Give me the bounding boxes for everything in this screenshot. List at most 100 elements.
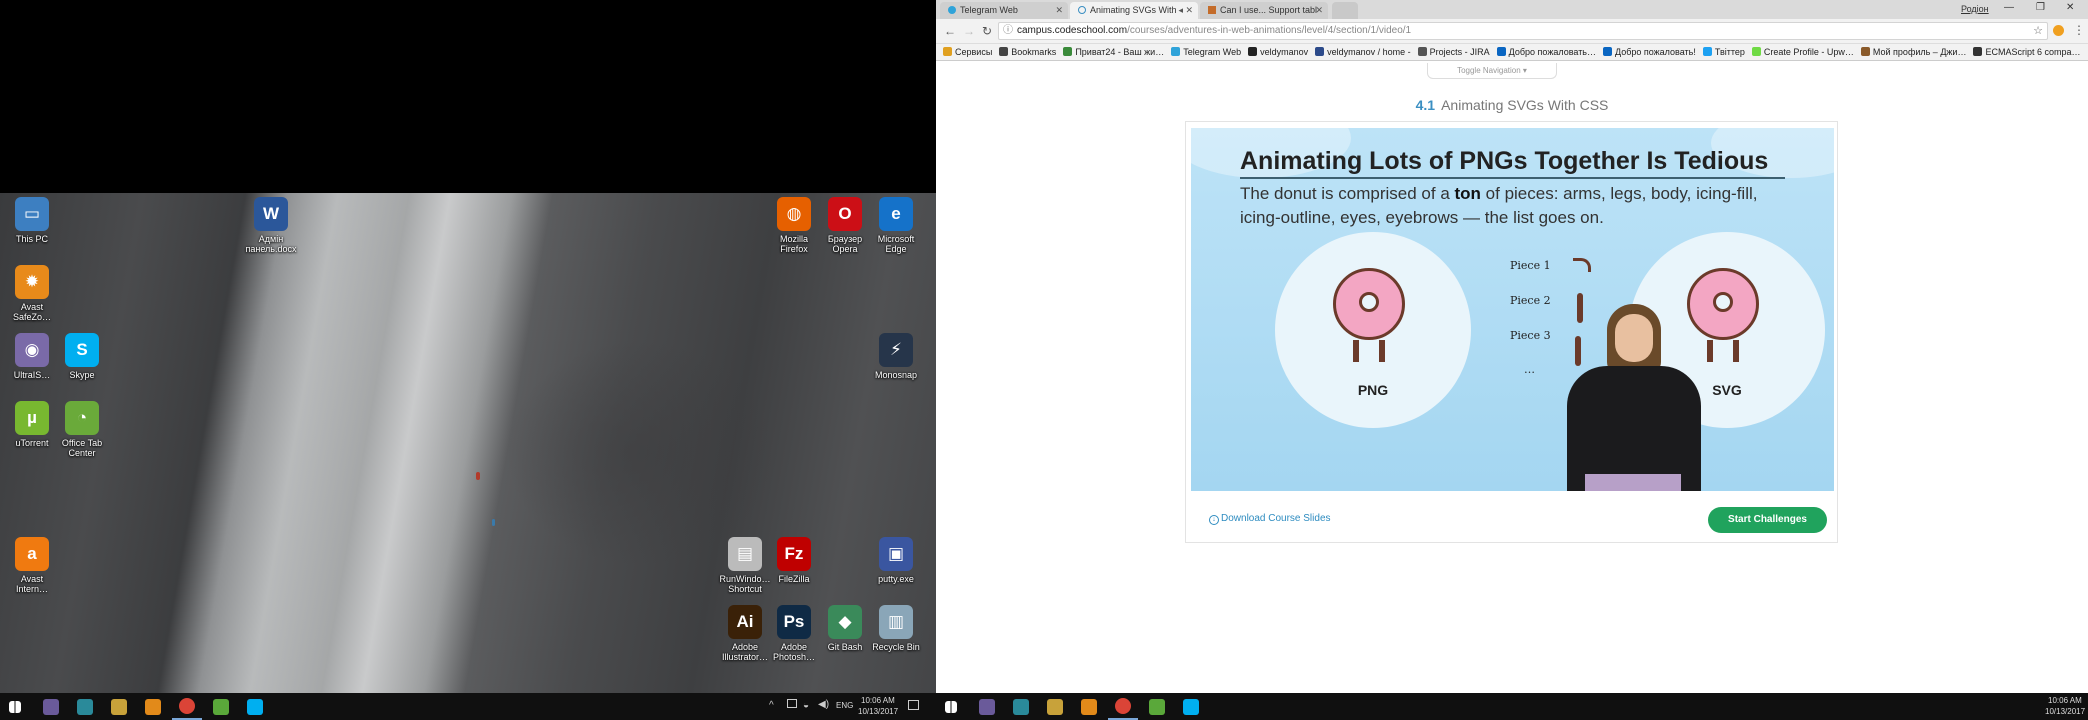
app-icon: [1183, 698, 1199, 715]
video-player[interactable]: Animating Lots of PNGs Together Is Tedio…: [1191, 128, 1834, 491]
start-button[interactable]: [936, 693, 966, 720]
taskbar-app-icon[interactable]: [1074, 693, 1104, 720]
menu-icon[interactable]: ⋮: [2073, 23, 2085, 37]
desktop-icon-opera[interactable]: O Браузер Opera: [819, 197, 871, 254]
minimize-button[interactable]: —: [2004, 2, 2014, 13]
desktop-icon-mozilla-firefox[interactable]: ◍ Mozilla Firefox: [768, 197, 820, 254]
taskbar-app-icon[interactable]: [138, 693, 168, 720]
start-button[interactable]: [0, 693, 30, 720]
desktop-icon-skype[interactable]: S Skype: [56, 333, 108, 380]
start-challenges-button[interactable]: Start Challenges: [1708, 507, 1827, 533]
desktop-icon-git-bash[interactable]: ◆ Git Bash: [819, 605, 871, 652]
lesson-title: Animating SVGs With CSS: [1441, 97, 1609, 113]
bookmark-item[interactable]: ECMAScript 6 compa…: [1973, 47, 2081, 57]
bookmark-item[interactable]: veldymanov: [1248, 47, 1308, 57]
bookmark-star-icon[interactable]: ☆: [2033, 23, 2043, 39]
desktop-icon-utorrent[interactable]: µ uTorrent: [6, 401, 58, 448]
close-window-button[interactable]: ✕: [2066, 2, 2074, 13]
skype-icon: S: [65, 333, 99, 367]
codeschool-icon: [1078, 6, 1086, 14]
desktop-icon-this-pc[interactable]: ▭ This PC: [6, 197, 58, 244]
extension-icon[interactable]: [2053, 25, 2064, 36]
bookmark-item[interactable]: veldymanov / home -: [1315, 47, 1411, 57]
tray-chevron-icon[interactable]: ^: [769, 700, 774, 711]
desktop-icon-adobe-photoshop[interactable]: Ps Adobe Photosh…: [768, 605, 820, 662]
desktop-icon-microsoft-edge[interactable]: e Microsoft Edge: [870, 197, 922, 254]
desktop-icon-recycle-bin[interactable]: ▥ Recycle Bin: [870, 605, 922, 652]
desktop-icon-adobe-illustrator[interactable]: Ai Adobe Illustrator…: [719, 605, 771, 662]
taskbar-app-icon[interactable]: [172, 693, 202, 720]
desktop-icon-label: UltraIS…: [13, 370, 51, 380]
taskbar-app-icon[interactable]: [1040, 693, 1070, 720]
tray-volume-icon[interactable]: ◀): [818, 699, 829, 710]
desktop-icon-runwindow-shortcut[interactable]: ▤ RunWindo… Shortcut: [719, 537, 771, 594]
bookmark-item[interactable]: Сервисы: [943, 47, 992, 57]
restore-button[interactable]: ❐: [2036, 2, 2045, 13]
tray-battery-icon[interactable]: ◒: [803, 700, 809, 711]
notification-icon[interactable]: [908, 700, 919, 710]
desktop-icon-monosnap[interactable]: ⚡ Monosnap: [870, 333, 922, 380]
desktop-icon-avast-safezone[interactable]: ✹ Avast SafeZo…: [6, 265, 58, 322]
close-icon[interactable]: ✕: [1055, 5, 1063, 16]
desktop-icon-avast-internet[interactable]: a Avast Intern…: [6, 537, 58, 594]
taskbar-app-icon[interactable]: [70, 693, 100, 720]
desktop-icon-putty[interactable]: ▣ putty.exe: [870, 537, 922, 584]
new-tab-button[interactable]: [1332, 2, 1358, 19]
tray-network-icon[interactable]: [787, 699, 797, 708]
tab-animating-svgs[interactable]: Animating SVGs With ◂ ✕: [1070, 2, 1198, 19]
lesson-header: 4.1 Animating SVGs With CSS: [936, 97, 2088, 113]
back-icon[interactable]: ←: [944, 24, 956, 38]
toggle-navigation[interactable]: Toggle Navigation ▾: [1427, 63, 1557, 79]
bookmark-item[interactable]: Projects - JIRA: [1417, 47, 1490, 57]
bookmark-icon: [1973, 47, 1983, 56]
clock-time[interactable]: 10:06 AM: [2048, 696, 2082, 705]
bookmark-item[interactable]: Твіттер: [1702, 47, 1745, 57]
opera-icon: O: [828, 197, 862, 231]
taskbar-app-icon[interactable]: [104, 693, 134, 720]
piece-label: Piece 3: [1510, 329, 1551, 342]
bookmark-label: Bookmarks: [1011, 47, 1057, 57]
bookmark-item[interactable]: Telegram Web: [1171, 47, 1241, 57]
windows-icon: [9, 700, 21, 713]
bookmark-item[interactable]: Мой профиль – Джи…: [1860, 47, 1966, 57]
app-icon: [179, 697, 195, 714]
reload-icon[interactable]: ↻: [982, 24, 992, 38]
bookmark-item[interactable]: Create Profile - Upw…: [1751, 47, 1854, 57]
taskbar-app-icon[interactable]: [1176, 693, 1206, 720]
download-slides-link[interactable]: ↓ Download Course Slides: [1209, 513, 1331, 525]
taskbar-app-icon[interactable]: [1006, 693, 1036, 720]
adobe-photoshop-icon: Ps: [777, 605, 811, 639]
bookmark-item[interactable]: Добро пожаловать!: [1603, 47, 1696, 57]
desktop-icon-ultraiso[interactable]: ◉ UltraIS…: [6, 333, 58, 380]
desktop-icon-label: Mozilla Firefox: [779, 234, 808, 254]
filezilla-icon: Fz: [777, 537, 811, 571]
clock-date[interactable]: 10/13/2017: [858, 707, 898, 716]
taskbar-app-icon[interactable]: [240, 693, 270, 720]
close-icon[interactable]: ◂ ✕: [1178, 5, 1193, 16]
tab-telegram[interactable]: Telegram Web ✕: [940, 2, 1068, 19]
taskbar-app-icon[interactable]: [206, 693, 236, 720]
desktop-icon-office-tab-center[interactable]: ◔ Office Tab Center: [56, 401, 108, 458]
desktop-icon-word-doc[interactable]: W Адмін панель.docx: [245, 197, 297, 254]
taskbar-app-icon[interactable]: [972, 693, 1002, 720]
address-bar[interactable]: ⓘ campus.codeschool.com/courses/adventure…: [998, 22, 2048, 40]
bookmark-item[interactable]: Приват24 - Ваш жи…: [1063, 47, 1164, 57]
taskbar-app-icon[interactable]: [1142, 693, 1172, 720]
info-icon[interactable]: ⓘ: [1003, 23, 1013, 39]
forward-icon[interactable]: →: [963, 24, 975, 38]
tab-caniuse[interactable]: Can I use... Support tabl ✕: [1200, 2, 1328, 19]
desktop-icon-label: Avast Intern…: [15, 574, 48, 594]
presenter-skirt: [1585, 474, 1681, 491]
taskbar-app-icon[interactable]: [36, 693, 66, 720]
clock-date[interactable]: 10/13/2017: [2045, 707, 2085, 716]
clock-time[interactable]: 10:06 AM: [861, 696, 895, 705]
browser-window: Telegram Web ✕ Animating SVGs With ◂ ✕ C…: [936, 0, 2088, 693]
language-indicator[interactable]: ENG: [836, 701, 853, 710]
desktop-icon-filezilla[interactable]: Fz FileZilla: [768, 537, 820, 584]
bookmark-icon: [1603, 47, 1612, 56]
bookmark-item[interactable]: Добро пожаловать…: [1496, 47, 1596, 57]
bookmark-item[interactable]: Bookmarks: [999, 47, 1056, 57]
close-icon[interactable]: ✕: [1315, 5, 1323, 16]
profile-name[interactable]: Родіон: [1961, 4, 1989, 14]
taskbar-app-icon[interactable]: [1108, 693, 1138, 720]
